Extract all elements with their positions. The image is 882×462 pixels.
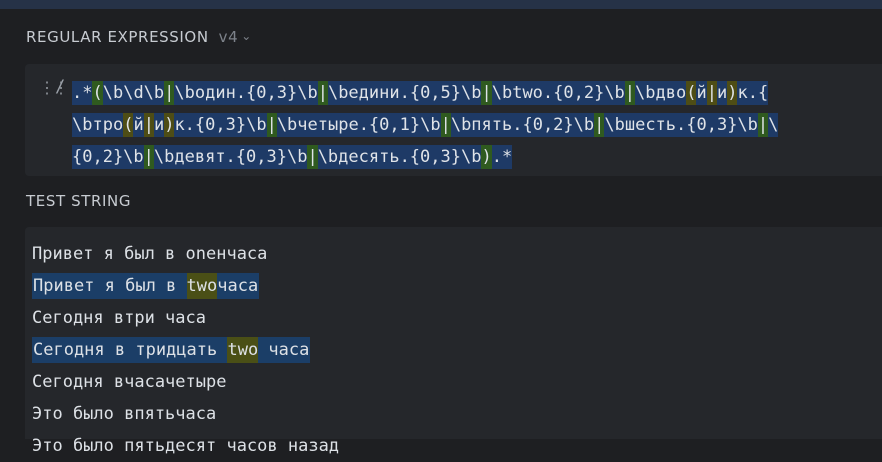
regex-group-token: | [143, 113, 154, 137]
regex-token: {0,2}\b [72, 145, 144, 169]
regex-token: \bдевят.{0,3}\b [153, 145, 308, 169]
regex-group-token: ) [481, 145, 492, 169]
regex-token: к.{0,3}\b [174, 113, 267, 137]
regex-group-token: | [594, 113, 605, 137]
regex-token: .* [72, 81, 93, 105]
test-string-input[interactable]: Привет я был в oneнчаса Привет я был в tw… [32, 238, 339, 462]
test-section-header: TEST STRING [26, 192, 131, 210]
match-text: часа [258, 340, 310, 360]
regex-group-token: | [481, 81, 492, 105]
regex-group-token: | [143, 145, 154, 169]
test-line-text: Привет я был в oneнчаса [32, 244, 268, 264]
test-line: Это было впятьчаса [32, 398, 339, 430]
regex-token: \bдесять.{0,3}\b [317, 145, 482, 169]
test-line: Это было пятьдесят часов назад [32, 430, 339, 462]
regex-token: к.{ [737, 81, 769, 105]
regex-token: \bдво [635, 81, 687, 105]
regex-group-token: | [706, 81, 717, 105]
regex-group-token: | [266, 113, 277, 137]
match-text: Сегодня в тридцать [33, 340, 228, 360]
regex-token: \bпять.{0,2}\b [450, 113, 595, 137]
test-line-match: Сегодня в тридцать two часа [32, 334, 339, 366]
regex-token: \bшесть.{0,3}\b [604, 113, 758, 137]
regex-token: .* [491, 145, 513, 169]
regex-group-token: ) [164, 113, 175, 137]
test-line-text: Сегодня вчасачетыре [32, 372, 227, 392]
match-highlight: Сегодня в тридцать two часа [32, 337, 311, 363]
regex-token: и [153, 113, 165, 137]
test-line-text: Это было пятьдесят часов назад [32, 436, 340, 456]
regex-line: \bтро(й|и)к.{0,3}\b|\bчетыре.{0,1}\b|\bп… [72, 109, 779, 141]
regex-group-token: | [317, 81, 328, 105]
match-highlight: Привет я был в twoчаса [32, 273, 260, 299]
regex-token: й [133, 113, 144, 137]
regex-group-token: | [307, 145, 318, 169]
regex-group-token: | [164, 81, 175, 105]
regex-group-token: | [624, 81, 636, 105]
regex-token: \bчетыре.{0,1}\b [276, 113, 441, 137]
regex-input[interactable]: .*(\b\d\b|\bодин.{0,3}\b|\bедини.{0,5}\b… [72, 77, 779, 173]
regex-group-token: | [440, 113, 451, 137]
regex-flags-handle-icon[interactable]: ⋮⋮ [39, 81, 69, 97]
regex-editor[interactable]: ⋮⋮ / .*(\b\d\b|\bодин.{0,3}\b|\bедини.{0… [25, 64, 882, 176]
regex-version-dropdown[interactable]: v4 ⌄ [219, 28, 252, 46]
regex-line: .*(\b\d\b|\bодин.{0,3}\b|\bедини.{0,5}\b… [72, 77, 778, 109]
top-bar [0, 0, 882, 9]
regex-token: \bодин.{0,3}\b [174, 81, 318, 105]
match-text: часа [217, 276, 259, 296]
match-text: Привет я был в [33, 276, 187, 296]
test-string-editor[interactable]: Привет я был в oneнчаса Привет я был в tw… [25, 227, 882, 456]
regex-section-title: REGULAR EXPRESSION [26, 28, 209, 46]
regex-token: \btwo.{0,2}\b [491, 81, 625, 105]
test-section-title: TEST STRING [26, 192, 132, 210]
regex-token: \bтро [72, 113, 124, 137]
regex-token: \b\d\b [102, 81, 165, 105]
test-line-text: Это было впятьчаса [32, 404, 217, 424]
regex-line: {0,2}\b|\bдевят.{0,3}\b|\bдесять.{0,3}\b… [72, 141, 778, 173]
regex-token: \bедини.{0,5}\b [327, 81, 482, 105]
test-line: Сегодня втри часа [32, 302, 339, 334]
regex-delimiter: / [55, 77, 66, 97]
regex-group-token: | [757, 113, 769, 137]
regex-group-token: ( [686, 81, 697, 105]
regex-token: \ [768, 113, 779, 137]
regex-token: й [696, 81, 707, 105]
chevron-down-icon: ⌄ [241, 29, 252, 43]
match-group-highlight: two [186, 273, 218, 299]
match-group-highlight: two [227, 337, 259, 363]
regex-section-header: REGULAR EXPRESSION v4 ⌄ [26, 28, 252, 46]
test-line-match: Привет я был в twoчаса [32, 270, 339, 302]
regex-token: и [716, 81, 728, 105]
test-line-text: Сегодня втри часа [32, 308, 206, 328]
regex-version-label: v4 [218, 28, 239, 46]
regex-group-token: ( [123, 113, 134, 137]
regex-group-token: ( [92, 81, 103, 105]
test-line: Сегодня вчасачетыре [32, 366, 339, 398]
regex-group-token: ) [727, 81, 738, 105]
test-line: Привет я был в oneнчаса [32, 238, 339, 270]
